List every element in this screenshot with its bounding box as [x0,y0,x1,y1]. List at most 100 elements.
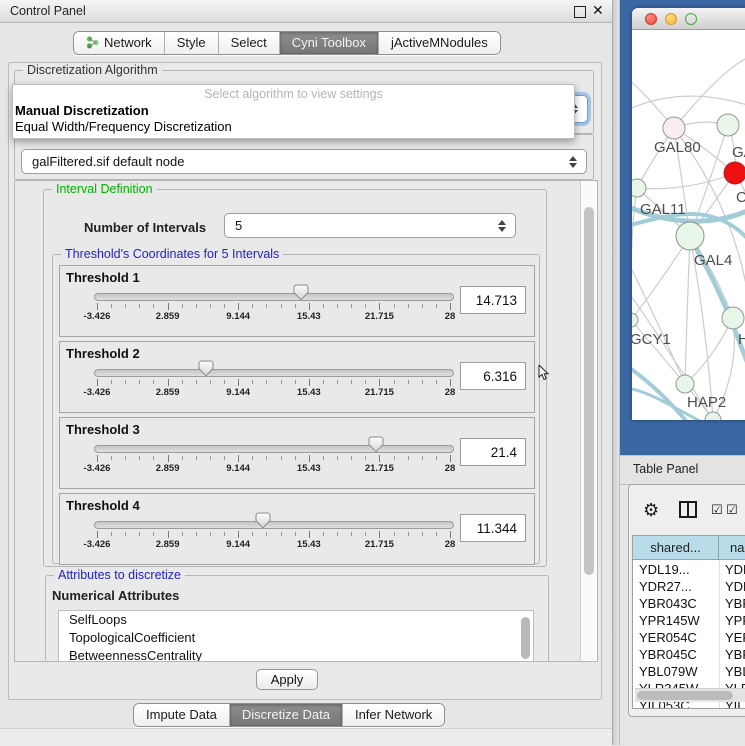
network-node[interactable] [676,375,694,393]
threshold-value-field[interactable]: 14.713 [460,286,526,314]
table-row[interactable]: YBL079WYBL0 [633,664,745,681]
network-canvas[interactable]: GAL80GACGAL11GAL4HGCY1HAP2 [632,30,745,420]
slider-tick [238,455,239,462]
network-edge[interactable] [685,236,690,384]
slider-thumb[interactable] [198,360,214,377]
tab-network[interactable]: Network [74,32,165,54]
network-node-label: GAL4 [694,252,732,269]
gear-icon[interactable]: ⚙ [643,500,659,521]
threshold-value-field[interactable]: 11.344 [460,514,526,542]
table-row[interactable]: YER054CYER0 [633,630,745,647]
threshold-value-field[interactable]: 6.316 [460,362,526,390]
algorithm-option[interactable]: Manual Discretization [15,103,565,118]
tab-label: Impute Data [146,707,217,722]
slider-tick-label: 15.43 [297,539,321,550]
table-data-combobox[interactable]: galFiltered.sif default node [21,149,587,174]
slider-tick [422,532,423,536]
threshold-value-field[interactable]: 21.4 [460,438,526,466]
minimize-traffic-icon[interactable] [665,13,677,25]
apply-button[interactable]: Apply [256,669,318,690]
zoom-traffic-icon[interactable] [685,13,697,25]
split-column-icon[interactable] [679,501,697,518]
node-table[interactable]: shared...na YDL19...YDL1YDR27...YDR2YBR0… [632,535,745,709]
checkbox-checked-icon[interactable]: ☑ [726,502,738,518]
attribute-list-item[interactable]: BetweennessCentrality [59,647,533,662]
threshold-label: Threshold 2 [66,346,140,361]
slider-tick [224,304,225,308]
mouse-cursor [538,365,550,381]
slider-tick [379,379,380,386]
control-panel-titlebar: Control Panel ✕ [0,0,612,23]
table-row[interactable]: YDL19...YDL1 [633,562,745,579]
slider-tick [422,456,423,460]
slider-thumb[interactable] [255,512,271,529]
numerical-attributes-list[interactable]: SelfLoopsTopologicalCoefficientBetweenne… [58,610,534,662]
network-edge[interactable] [632,260,685,384]
network-node[interactable] [663,117,685,139]
table-row[interactable]: YBR043CYBR0 [633,596,745,613]
slider-tick [224,456,225,460]
network-node[interactable] [632,179,646,197]
table-cell: YBR043C [639,596,697,611]
tab-select[interactable]: Select [219,32,280,54]
checkbox-checked-icon[interactable]: ☑ [711,502,723,518]
table-hscrollbar-thumb[interactable] [637,691,733,700]
threshold-panel-4: Threshold 4-3.4262.8599.14415.4321.71528… [59,493,535,565]
network-edge[interactable] [632,236,690,320]
slider-tick-label: 15.43 [297,387,321,398]
network-edge[interactable] [637,173,735,189]
settings-scrollbar-track[interactable] [580,181,597,661]
table-row[interactable]: YPR145WYPR1 [633,613,745,630]
tab-style[interactable]: Style [165,32,219,54]
tab-discretize-data[interactable]: Discretize Data [230,704,343,726]
slider-tick [281,532,282,536]
slider-tick [97,379,98,386]
slider-tick [323,304,324,308]
tab-label: Infer Network [355,707,432,722]
tab-infer-network[interactable]: Infer Network [343,704,444,726]
network-node[interactable] [676,222,704,250]
slider-tick [111,456,112,460]
tab-cyni-toolbox[interactable]: Cyni Toolbox [280,32,379,54]
close-traffic-icon[interactable] [645,13,657,25]
close-icon[interactable]: ✕ [592,2,604,19]
algorithm-option[interactable]: Equal Width/Frequency Discretization [15,119,565,134]
slider-tick [224,380,225,384]
numerical-attributes-label: Numerical Attributes [52,588,179,603]
panel-divider[interactable] [612,0,620,745]
network-node[interactable] [724,162,745,184]
slider-track[interactable] [94,521,454,529]
table-hscrollbar[interactable] [635,688,745,702]
slider-tick [436,304,437,308]
tab-impute-data[interactable]: Impute Data [134,704,230,726]
slider-tick [266,532,267,536]
control-panel-title: Control Panel [10,4,86,18]
attribute-list-item[interactable]: TopologicalCoefficient [59,629,533,647]
slider-tick [436,456,437,460]
number-of-intervals-spinner[interactable]: 5 [224,213,516,238]
slider-thumb[interactable] [368,436,384,453]
table-column-header[interactable]: shared... [633,536,719,560]
slider-track[interactable] [94,445,454,453]
tab-jactivemnodules[interactable]: jActiveMNodules [379,32,500,54]
slider-track[interactable] [94,293,454,301]
table-cell: YER0 [725,630,745,645]
table-column-header[interactable]: na [719,536,745,560]
thresholds-group-title: Threshold's Coordinates for 5 Intervals [61,247,283,261]
network-node[interactable] [722,307,744,329]
float-window-icon[interactable] [574,6,586,18]
network-node[interactable] [632,313,638,327]
table-cell: YPR1 [725,613,745,628]
network-edge[interactable] [632,96,745,110]
slider-track[interactable] [94,369,454,377]
list-scrollbar[interactable] [521,617,530,659]
slider-thumb[interactable] [293,284,309,301]
attribute-list-item[interactable]: SelfLoops [59,611,533,629]
table-cell: YDL19... [639,562,690,577]
threshold-panel-3: Threshold 3-3.4262.8599.14415.4321.71528… [59,417,535,489]
network-node[interactable] [717,114,739,136]
network-edge-thick[interactable] [632,366,687,420]
settings-scrollbar-thumb[interactable] [584,207,594,575]
table-row[interactable]: YBR045CYBR0 [633,647,745,664]
table-row[interactable]: YDR27...YDR2 [633,579,745,596]
